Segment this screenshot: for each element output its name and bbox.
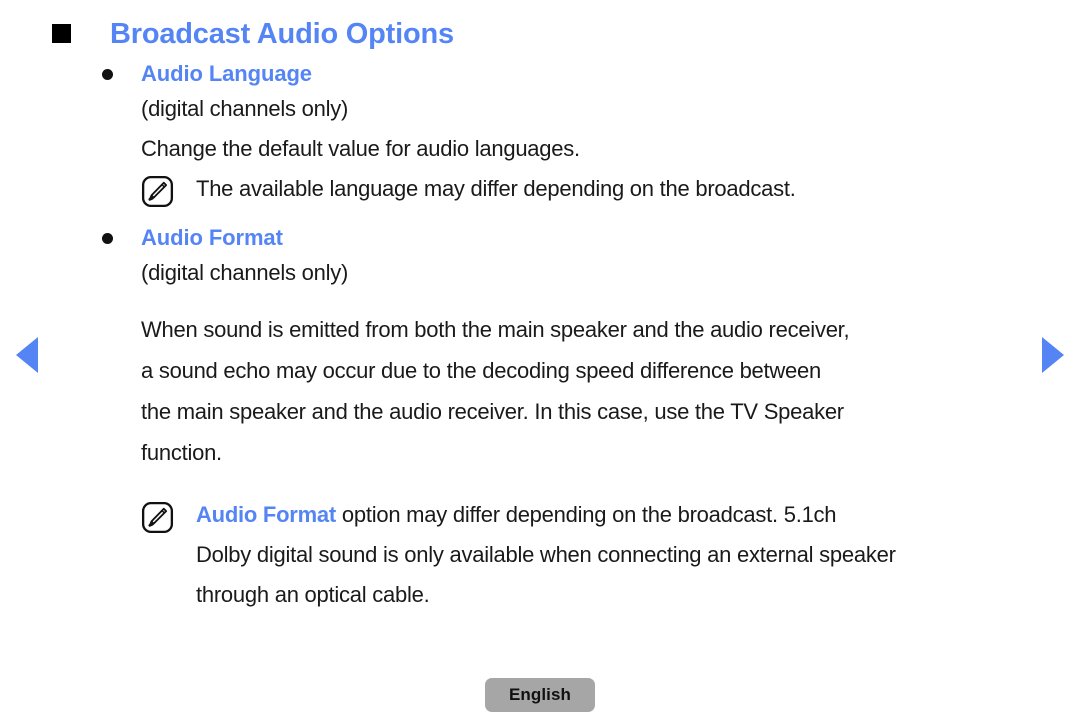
section-subtitle: (digital channels only) bbox=[141, 260, 349, 285]
section-body: Change the default value for audio langu… bbox=[141, 136, 580, 161]
note-line: through an optical cable. bbox=[196, 582, 430, 607]
note-text: The available language may differ depend… bbox=[196, 169, 796, 209]
section-audio-format: Audio Format (digital channels only) Whe… bbox=[52, 223, 1012, 615]
note-block: Audio Format option may differ depending… bbox=[141, 495, 1012, 615]
note-pencil-icon bbox=[141, 501, 174, 534]
section-body-line: When sound is emitted from both the main… bbox=[141, 317, 850, 342]
sidebar-item-audio-language[interactable]: Audio Language bbox=[102, 59, 1012, 89]
section-subtitle: (digital channels only) bbox=[141, 96, 349, 121]
page-title: Broadcast Audio Options bbox=[110, 18, 454, 50]
square-marker-icon bbox=[52, 24, 71, 43]
section-body-line: a sound echo may occur due to the decodi… bbox=[141, 358, 821, 383]
note-pencil-icon bbox=[141, 175, 174, 208]
section-label: Audio Language bbox=[141, 61, 312, 86]
section-body-line: the main speaker and the audio receiver.… bbox=[141, 399, 844, 424]
note-line: The available language may differ depend… bbox=[196, 176, 796, 201]
page-heading: Broadcast Audio Options bbox=[52, 14, 1012, 54]
bullet-dot-icon bbox=[102, 69, 113, 80]
note-text: Audio Format option may differ depending… bbox=[196, 495, 896, 615]
language-button[interactable]: English bbox=[485, 678, 595, 712]
section-label: Audio Format bbox=[141, 225, 283, 250]
section-audio-language: Audio Language (digital channels only) C… bbox=[52, 59, 1012, 209]
note-keyword: Audio Format bbox=[196, 502, 336, 527]
section-body-line: function. bbox=[141, 440, 222, 465]
manual-page: Broadcast Audio Options Audio Language (… bbox=[0, 0, 1080, 712]
bullet-dot-icon bbox=[102, 233, 113, 244]
sidebar-item-audio-format[interactable]: Audio Format bbox=[102, 223, 1012, 253]
content-column: Broadcast Audio Options Audio Language (… bbox=[52, 14, 1012, 615]
note-line: Dolby digital sound is only available wh… bbox=[196, 542, 896, 567]
note-line-rest: option may differ depending on the broad… bbox=[336, 502, 837, 527]
prev-page-arrow-icon[interactable] bbox=[16, 337, 38, 373]
next-page-arrow-icon[interactable] bbox=[1042, 337, 1064, 373]
note-line: Audio Format option may differ depending… bbox=[196, 495, 896, 535]
note-block: The available language may differ depend… bbox=[141, 169, 1012, 209]
